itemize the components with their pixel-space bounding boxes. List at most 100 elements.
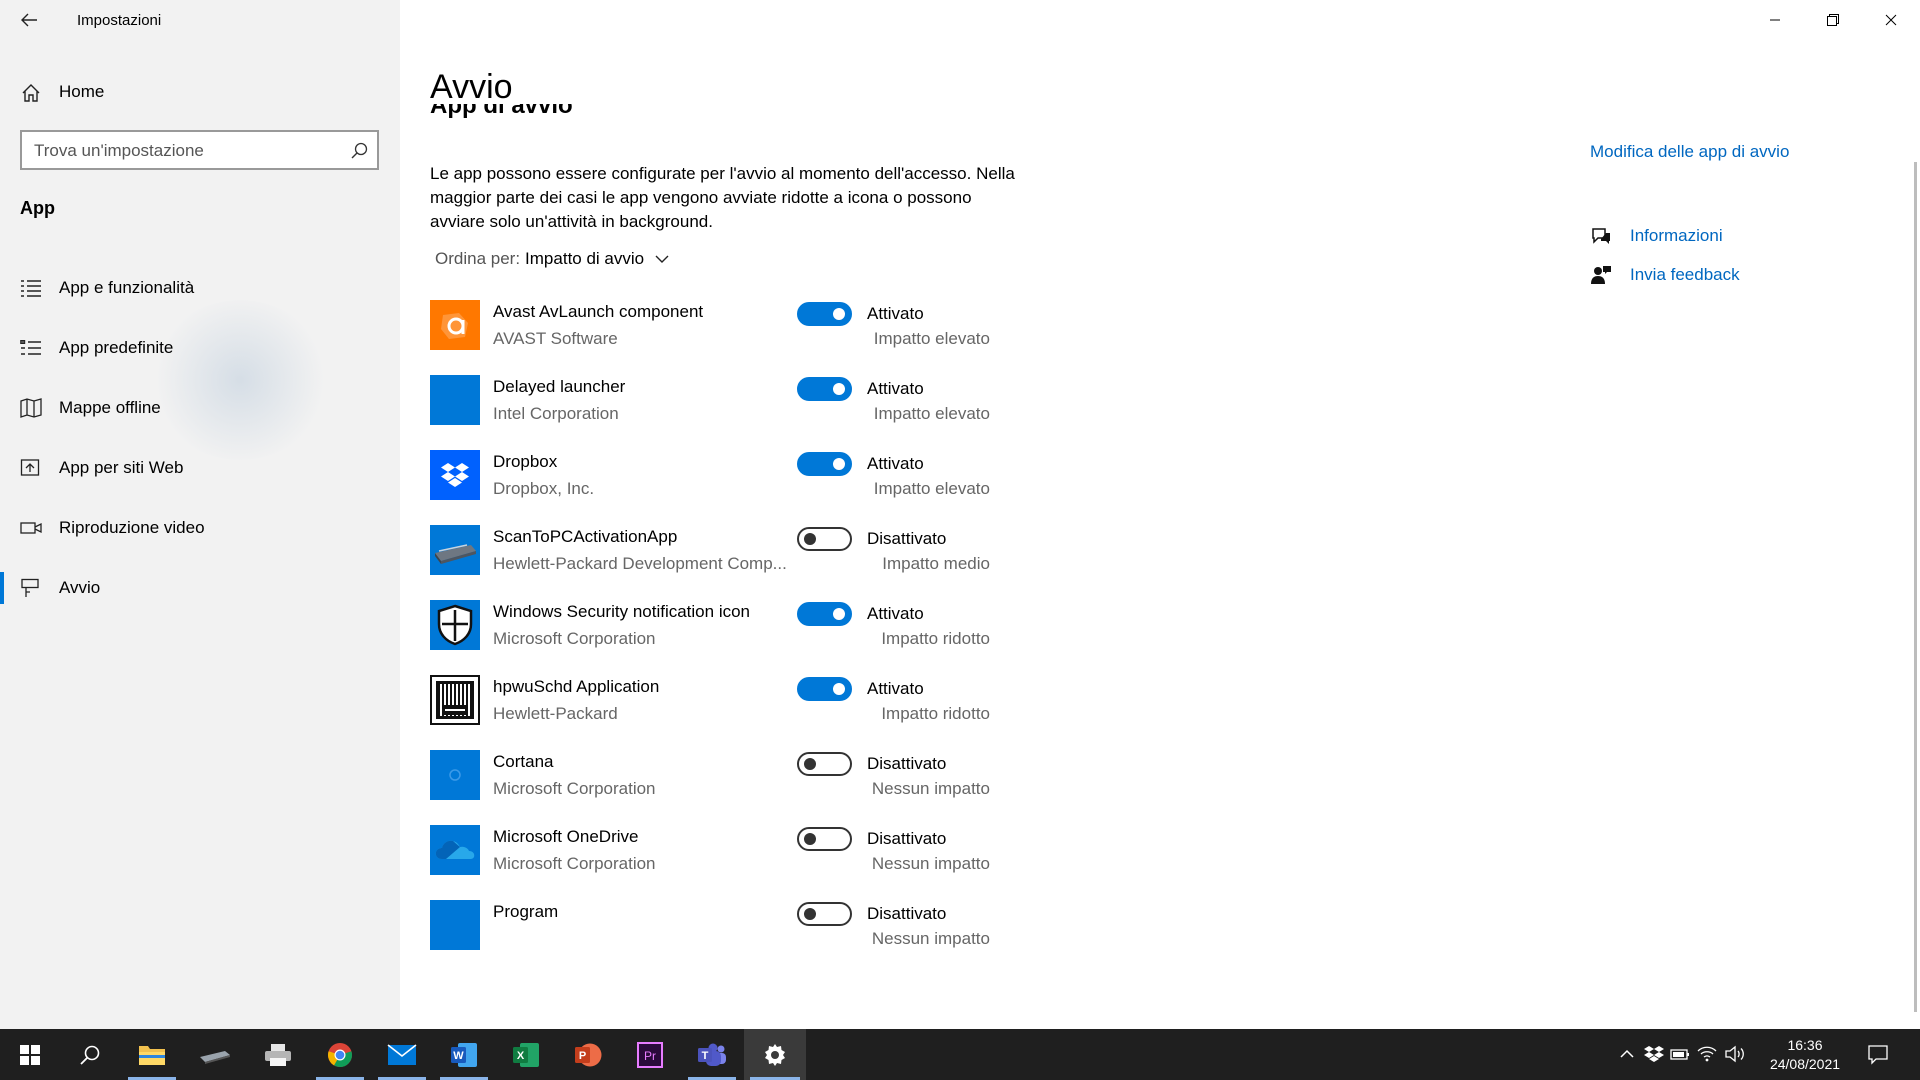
app-publisher: Microsoft Corporation	[493, 854, 656, 873]
startup-impact: Impatto elevato	[873, 404, 990, 423]
sidebar-item-label: App per siti Web	[59, 458, 184, 477]
toggle-knob	[833, 458, 845, 470]
premiere-icon: Pr	[637, 1041, 663, 1068]
taskbar-file-explorer[interactable]	[122, 1029, 182, 1080]
chevron-up-icon[interactable]	[1616, 1043, 1638, 1065]
list-item: Avast AvLaunch component AVAST Software …	[430, 300, 1230, 375]
clock-time: 16:36	[1787, 1037, 1823, 1053]
startup-toggle[interactable]	[797, 452, 852, 476]
chevron-down-icon	[655, 255, 669, 263]
home-icon	[22, 84, 40, 102]
startup-toggle[interactable]	[797, 302, 852, 326]
list-item: Delayed launcher Intel Corporation Attiv…	[430, 375, 1230, 450]
battery-icon[interactable]	[1669, 1043, 1691, 1065]
svg-text:W: W	[453, 1050, 464, 1062]
generic-app-icon	[430, 375, 480, 425]
toggle-knob	[804, 833, 816, 845]
chat-help-icon	[1592, 228, 1610, 244]
sidebar-item-app-predefinite[interactable]: App predefinite	[0, 318, 400, 378]
close-icon	[1885, 14, 1897, 26]
info-link[interactable]: Informazioni	[1590, 223, 1723, 249]
volume-icon[interactable]	[1724, 1043, 1746, 1065]
startup-toggle[interactable]	[797, 827, 852, 851]
startup-impact: Nessun impatto	[871, 929, 990, 948]
sidebar-item-label: Home	[59, 82, 105, 101]
toggle-state: Disattivato	[867, 529, 947, 548]
sort-dropdown[interactable]: Ordina per: Impatto di avvio	[435, 249, 670, 269]
search-input[interactable]	[34, 139, 334, 163]
sidebar-item-label: Riproduzione video	[59, 518, 205, 537]
clock[interactable]: 16:36 24/08/2021	[1765, 1036, 1845, 1074]
onedrive-icon	[430, 825, 480, 875]
startup-toggle[interactable]	[797, 752, 852, 776]
taskbar-search-button[interactable]	[60, 1029, 120, 1080]
page-description: Le app possono essere configurate per l'…	[430, 164, 1015, 231]
taskbar-premiere[interactable]: Pr	[620, 1029, 680, 1080]
app-name: Dropbox	[493, 452, 558, 471]
minimize-button[interactable]	[1746, 0, 1804, 40]
sidebar-item-app-e-funzionalita[interactable]: App e funzionalità	[0, 258, 400, 318]
restore-button[interactable]	[1804, 0, 1862, 40]
barcode-icon	[430, 675, 480, 725]
svg-text:Pr: Pr	[644, 1049, 656, 1063]
notification-center-icon[interactable]	[1867, 1043, 1889, 1065]
taskbar-powerpoint[interactable]: P	[558, 1029, 618, 1080]
taskbar-scanner-app[interactable]	[185, 1029, 245, 1080]
taskbar-excel[interactable]: X	[496, 1029, 556, 1080]
list-item: Dropbox Dropbox, Inc. Attivato Impatto e…	[430, 450, 1230, 525]
toggle-knob	[833, 608, 845, 620]
startup-toggle[interactable]	[797, 377, 852, 401]
sidebar-item-avvio[interactable]: Avvio	[0, 558, 400, 618]
taskbar-chrome[interactable]	[310, 1029, 370, 1080]
app-publisher: Hewlett-Packard Development Comp...	[493, 554, 787, 573]
list-item: Microsoft OneDrive Microsoft Corporation…	[430, 825, 1230, 900]
shield-icon	[430, 600, 480, 650]
startup-impact: Impatto elevato	[873, 329, 990, 348]
startup-toggle[interactable]	[797, 527, 852, 551]
startup-toggle[interactable]	[797, 602, 852, 626]
edit-startup-apps-link[interactable]: Modifica delle app di avvio	[1590, 142, 1789, 162]
dropbox-tray-icon[interactable]	[1643, 1043, 1665, 1065]
subtitle-clip: App di avvio	[430, 104, 830, 134]
avast-icon	[430, 300, 480, 350]
sidebar-item-app-per-siti-web[interactable]: App per siti Web	[0, 438, 400, 498]
scanner-icon	[430, 525, 480, 575]
scrollbar[interactable]	[1914, 162, 1917, 1012]
startup-impact: Impatto ridotto	[881, 704, 990, 723]
cortana-icon	[430, 750, 480, 800]
search-icon[interactable]	[349, 141, 369, 161]
sidebar-item-mappe-offline[interactable]: Mappe offline	[0, 378, 400, 438]
toggle-state: Disattivato	[867, 904, 947, 923]
taskbar-word[interactable]: W	[434, 1029, 494, 1080]
search-box[interactable]	[20, 130, 379, 170]
toggle-knob	[833, 308, 845, 320]
toggle-state: Attivato	[867, 304, 924, 323]
feedback-link[interactable]: Invia feedback	[1590, 262, 1740, 288]
taskbar-printer[interactable]	[248, 1029, 308, 1080]
taskbar-settings[interactable]	[744, 1029, 806, 1080]
app-name: hpwuSchd Application	[493, 677, 660, 696]
sidebar-item-riproduzione-video[interactable]: Riproduzione video	[0, 498, 400, 558]
chrome-icon	[328, 1042, 352, 1067]
taskbar-teams[interactable]: T	[682, 1029, 742, 1080]
close-button[interactable]	[1862, 0, 1920, 40]
taskbar-mail[interactable]	[372, 1029, 432, 1080]
wifi-icon[interactable]	[1696, 1043, 1718, 1065]
page-title: Avvio	[430, 68, 513, 106]
default-apps-icon	[20, 340, 41, 355]
window-controls	[1746, 0, 1920, 40]
app-name: Windows Security notification icon	[493, 602, 751, 621]
start-button[interactable]	[0, 1029, 60, 1080]
startup-toggle[interactable]	[797, 902, 852, 926]
startup-toggle[interactable]	[797, 677, 852, 701]
startup-impact: Impatto medio	[882, 554, 990, 573]
svg-text:X: X	[517, 1050, 525, 1062]
sidebar-item-home[interactable]: Home	[0, 70, 400, 114]
toggle-knob	[833, 683, 845, 695]
file-explorer-icon	[139, 1045, 165, 1065]
back-button[interactable]	[14, 6, 44, 34]
app-publisher: Dropbox, Inc.	[493, 479, 595, 498]
web-app-icon	[20, 459, 40, 476]
list-item: Cortana Microsoft Corporation Disattivat…	[430, 750, 1230, 825]
list-item: Windows Security notification icon Micro…	[430, 600, 1230, 675]
